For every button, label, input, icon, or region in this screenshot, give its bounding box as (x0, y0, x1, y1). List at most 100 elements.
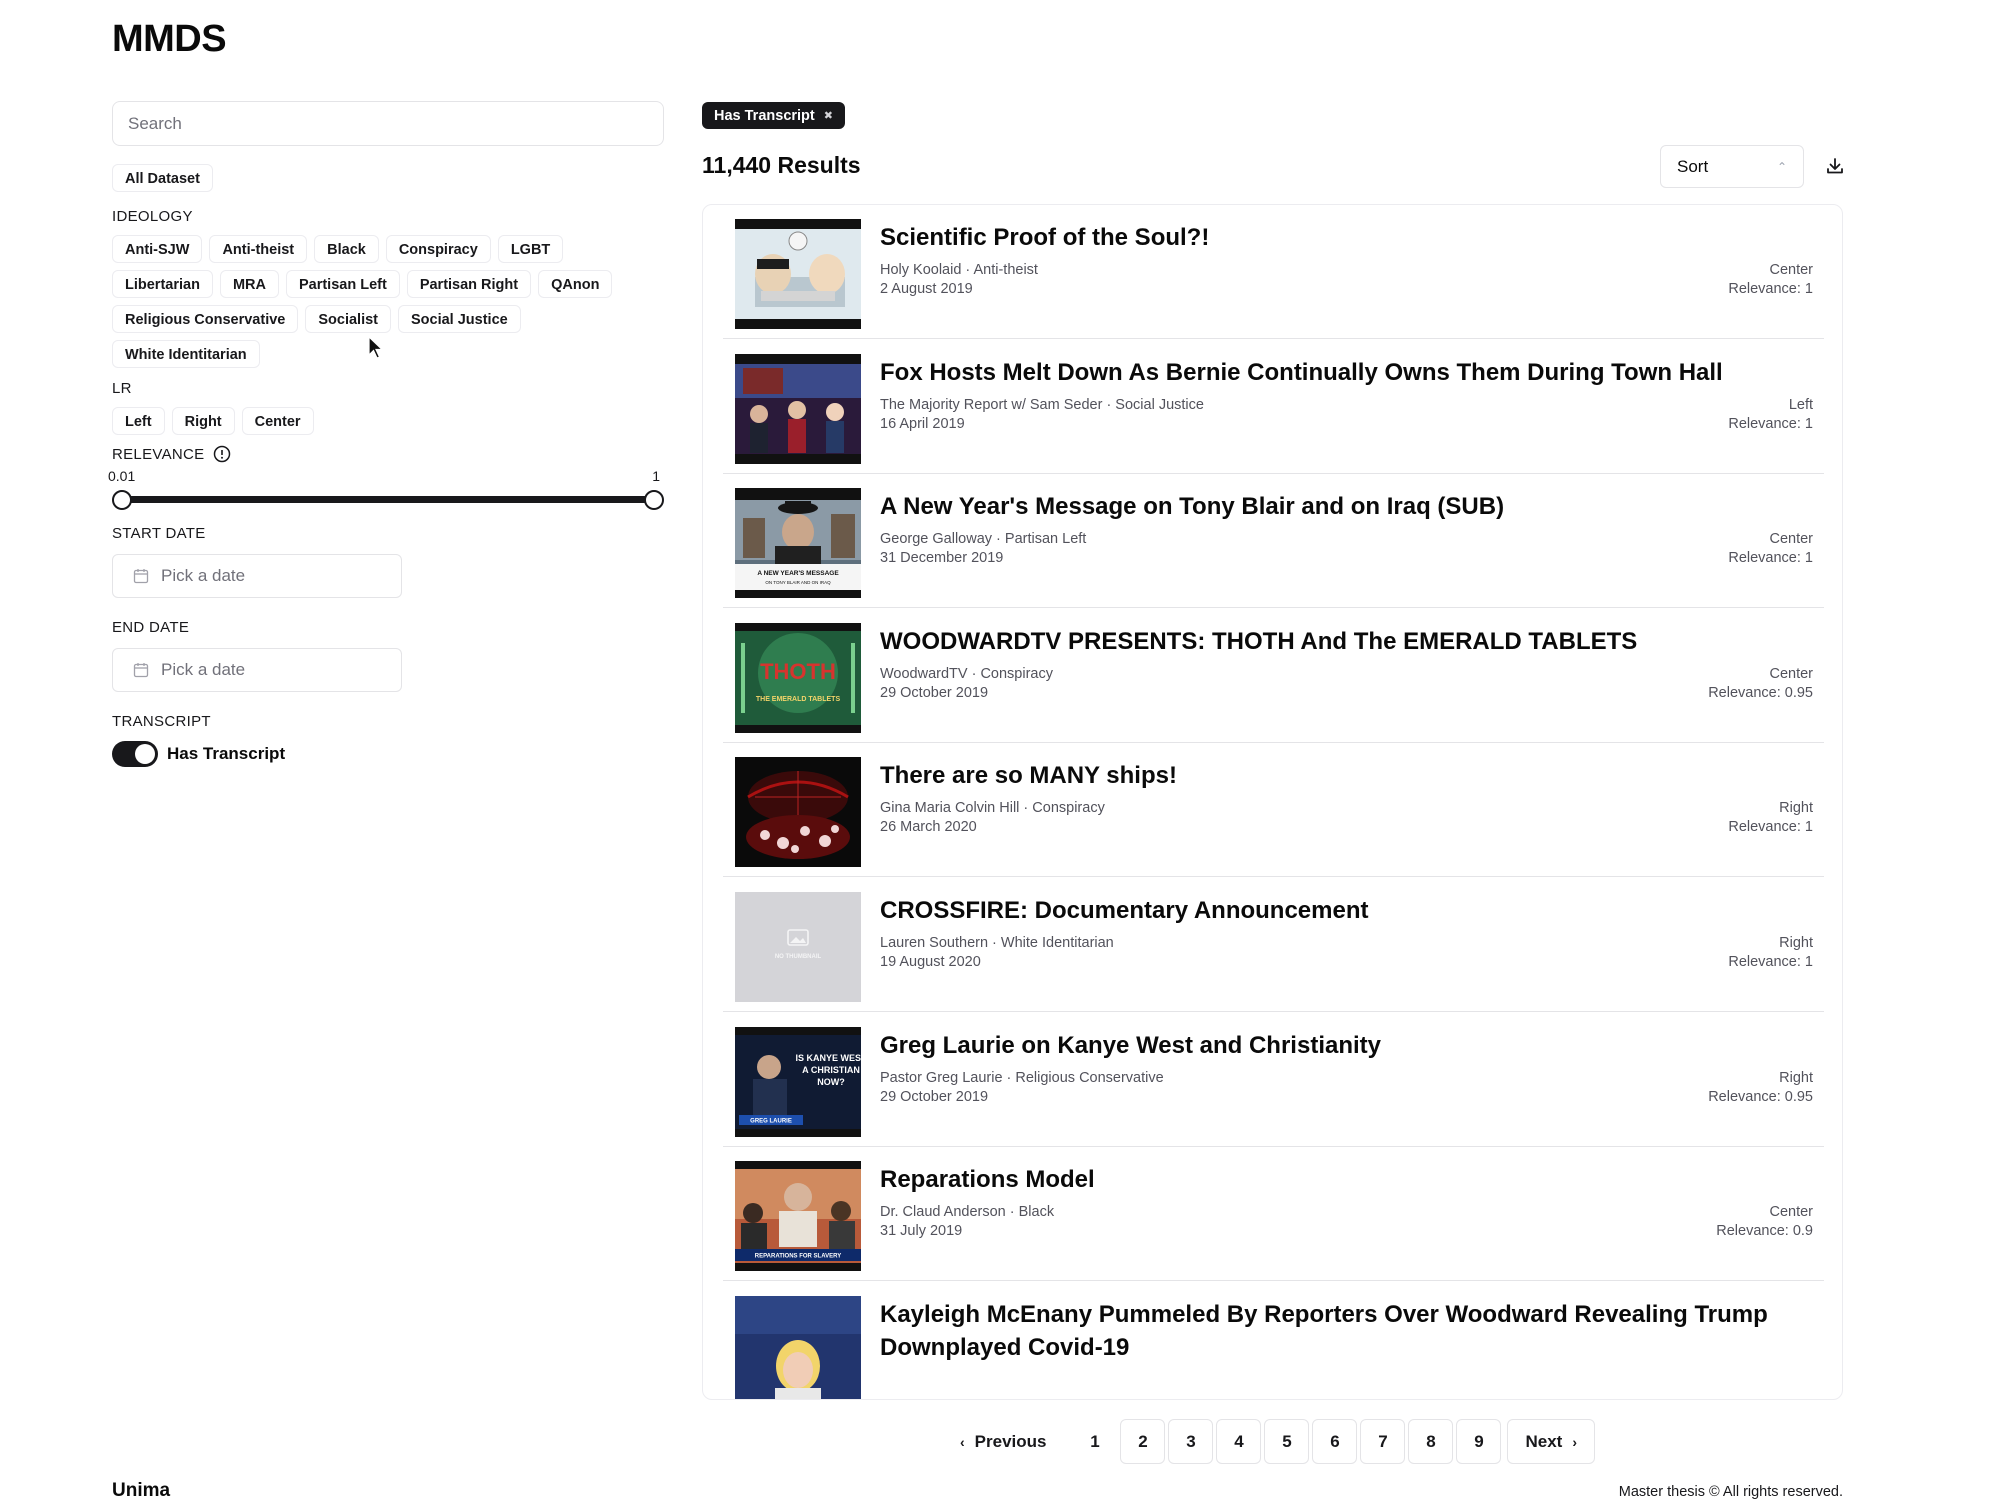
ideology-chip[interactable]: Anti-SJW (112, 235, 203, 263)
video-thumbnail[interactable] (735, 219, 861, 329)
chevron-right-icon: › (1572, 1433, 1578, 1450)
thumbnail-image (735, 1295, 861, 1399)
sort-label: Sort (1677, 156, 1709, 176)
results-list: Scientific Proof of the Soul?! Holy Koola… (702, 204, 1843, 1400)
video-thumbnail[interactable]: THOTH THE EMERALD TABLETS (735, 622, 861, 733)
result-title[interactable]: Kayleigh McEnany Pummeled By Reporters O… (880, 1298, 1800, 1364)
result-item[interactable]: NO THUMBNAIL CROSSFIRE: Documentary Annou… (723, 878, 1824, 1012)
video-thumbnail[interactable] (735, 757, 861, 868)
end-date-picker[interactable]: Pick a date (112, 648, 402, 692)
ideology-chip[interactable]: Partisan Right (406, 270, 532, 298)
result-item[interactable]: Kayleigh McEnany Pummeled By Reporters O… (723, 1282, 1824, 1399)
result-channel: Pastor Greg Laurie · Religious Conservat… (880, 1069, 1164, 1086)
thumbnail-image: NO THUMBNAIL (735, 892, 861, 1002)
video-thumbnail[interactable]: IS KANYE WEST A CHRISTIAN NOW? GREG LAURIE (735, 1026, 861, 1137)
active-filter-badge[interactable]: Has Transcript ✖ (702, 102, 845, 129)
relevance-max-label: 1 (652, 468, 660, 484)
results-count: 11,440 Results (702, 152, 861, 178)
result-relevance: Relevance: 1 (1728, 954, 1813, 970)
chip-all-dataset[interactable]: All Dataset (112, 164, 213, 192)
result-channel: Holy Koolaid · Anti-theist (880, 262, 1038, 278)
relevance-slider[interactable]: 0.01 1 (108, 463, 664, 517)
video-thumbnail[interactable]: REPARATIONS FOR SLAVERY (735, 1161, 861, 1272)
result-lr: Center (1769, 531, 1813, 548)
result-scores: Right Relevance: 1 (1728, 799, 1813, 837)
download-button[interactable] (1821, 152, 1849, 180)
result-meta: The Majority Report w/ Sam Seder · Socia… (880, 396, 1204, 434)
ideology-chip[interactable]: White Identitarian (112, 340, 260, 368)
lr-chip[interactable]: Center (241, 407, 314, 435)
ideology-chip[interactable]: Socialist (305, 305, 391, 333)
result-meta: George Galloway · Partisan Left 31 Decemb… (880, 530, 1086, 568)
lr-chip[interactable]: Left (112, 407, 165, 435)
result-relevance: Relevance: 0.95 (1708, 1088, 1813, 1105)
transcript-toggle[interactable] (112, 741, 158, 767)
ideology-chip[interactable]: Libertarian (112, 270, 213, 298)
previous-page-button[interactable]: ‹ Previous (945, 1419, 1061, 1464)
video-thumbnail[interactable] (735, 1295, 861, 1399)
result-item[interactable]: Fox Hosts Melt Down As Bernie Continuall… (723, 340, 1824, 474)
transcript-label: TRANSCRIPT (112, 713, 211, 730)
ideology-chip[interactable]: LGBT (497, 235, 564, 263)
result-relevance: Relevance: 1 (1728, 550, 1813, 567)
thumbnail-image: IS KANYE WEST A CHRISTIAN NOW? GREG LAURIE (735, 1026, 861, 1137)
ideology-chip[interactable]: Social Justice (398, 305, 521, 333)
result-item[interactable]: A NEW YEAR'S MESSAGE ON TONY BLAIR AND ON… (723, 474, 1824, 609)
page-number-button[interactable]: 3 (1168, 1419, 1214, 1464)
result-title[interactable]: WOODWARDTV PRESENTS: THOTH And The EMERA… (880, 625, 1800, 658)
result-lr: Center (1769, 665, 1813, 682)
relevance-label: RELEVANCE (112, 445, 205, 463)
result-item[interactable]: THOTH THE EMERALD TABLETS WOODWARDTV PRESE… (723, 609, 1824, 743)
video-thumbnail[interactable]: A NEW YEAR'S MESSAGE ON TONY BLAIR AND ON… (735, 488, 861, 599)
start-date-picker[interactable]: Pick a date (112, 554, 402, 598)
page-number-button[interactable]: 5 (1264, 1419, 1310, 1464)
page-number-button[interactable]: 2 (1120, 1419, 1166, 1464)
page-number-button[interactable]: 7 (1360, 1419, 1406, 1464)
ideology-chip[interactable]: Partisan Left (285, 270, 400, 298)
result-relevance: Relevance: 0.95 (1708, 684, 1813, 701)
start-date-placeholder: Pick a date (161, 566, 246, 585)
result-lr: Right (1779, 935, 1813, 951)
info-circle-icon[interactable] (213, 445, 231, 463)
result-title[interactable]: There are so MANY ships! (880, 759, 1800, 792)
result-meta: Dr. Claud Anderson · Black 31 July 2019 (880, 1203, 1054, 1241)
slider-thumb-max[interactable] (644, 490, 664, 510)
previous-label: Previous (974, 1431, 1047, 1451)
result-item[interactable]: REPARATIONS FOR SLAVERY Reparations Model… (723, 1147, 1824, 1282)
result-title[interactable]: Fox Hosts Melt Down As Bernie Continuall… (880, 356, 1800, 389)
ideology-chip[interactable]: Conspiracy (385, 235, 491, 263)
result-title[interactable]: A New Year's Message on Tony Blair and o… (880, 490, 1800, 523)
result-title[interactable]: Reparations Model (880, 1163, 1800, 1196)
chip-row: Libertarian MRA Partisan Left Partisan Righ… (112, 270, 664, 298)
search-input[interactable]: Search (112, 101, 664, 146)
lr-chip[interactable]: Right (171, 407, 235, 435)
ideology-chip[interactable]: Anti-theist (209, 235, 308, 263)
next-page-button[interactable]: Next › (1507, 1419, 1596, 1464)
result-date: 31 July 2019 (880, 1223, 963, 1240)
result-item[interactable]: Scientific Proof of the Soul?! Holy Koola… (723, 205, 1824, 339)
page-number-button[interactable]: 6 (1312, 1419, 1358, 1464)
page-number-button[interactable]: 4 (1216, 1419, 1262, 1464)
ideology-chip[interactable]: QAnon (538, 270, 613, 298)
result-lr: Left (1788, 396, 1813, 413)
remove-filter-icon[interactable]: ✖ (824, 109, 833, 122)
ideology-chip[interactable]: Religious Conservative (112, 305, 299, 333)
slider-thumb-min[interactable] (112, 490, 132, 510)
thumbnail-text: A CHRISTIAN (802, 1065, 860, 1075)
result-date: 19 August 2020 (880, 954, 981, 970)
result-item[interactable]: There are so MANY ships! Gina Maria Colvi… (723, 743, 1824, 878)
page-number-button[interactable]: 9 (1456, 1419, 1502, 1464)
result-scores: Center Relevance: 0.9 (1716, 1203, 1813, 1241)
video-thumbnail[interactable] (735, 353, 861, 464)
sort-select[interactable]: Sort ⌃ (1660, 145, 1804, 188)
result-title[interactable]: Scientific Proof of the Soul?! (880, 221, 1800, 254)
ideology-chip[interactable]: Black (314, 235, 379, 263)
chevron-up-down-icon: ⌃ (1776, 159, 1787, 174)
result-title[interactable]: CROSSFIRE: Documentary Announcement (880, 894, 1800, 927)
page-number-button[interactable]: 1 (1072, 1419, 1117, 1464)
video-thumbnail[interactable]: NO THUMBNAIL (735, 892, 861, 1002)
page-number-button[interactable]: 8 (1408, 1419, 1454, 1464)
result-title[interactable]: Greg Laurie on Kanye West and Christiani… (880, 1029, 1800, 1062)
result-item[interactable]: IS KANYE WEST A CHRISTIAN NOW? GREG LAURIE G… (723, 1013, 1824, 1147)
ideology-chip[interactable]: MRA (219, 270, 279, 298)
